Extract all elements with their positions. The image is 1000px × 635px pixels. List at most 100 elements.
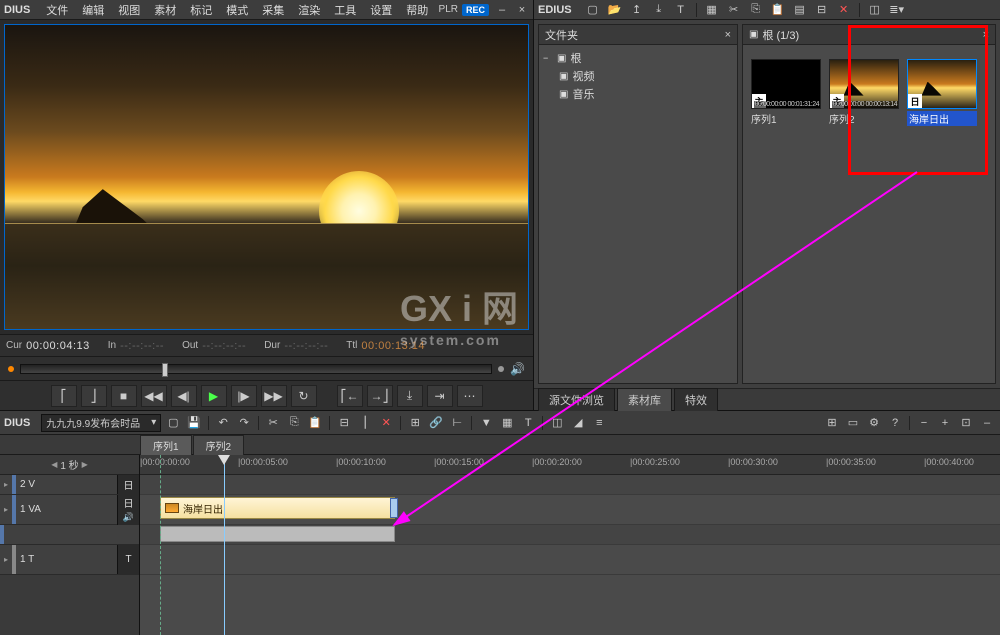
clip-trim-handle[interactable] (390, 498, 398, 518)
menu-marker[interactable]: 标记 (184, 0, 218, 20)
sort-icon[interactable]: ≣▾ (888, 2, 906, 18)
insert-button[interactable]: ⤓ (397, 385, 423, 407)
clip-item-seq1[interactable]: 主 00:00:00:00 00:01:31:24 序列1 (751, 59, 821, 126)
tree-root[interactable]: − ▣ 根 (543, 49, 733, 67)
tl-zoom-in-icon[interactable]: + (936, 415, 954, 431)
track-patch[interactable]: T (117, 545, 139, 574)
tl-copy-icon[interactable]: ⎘ (285, 415, 303, 431)
rec-badge[interactable]: REC (462, 4, 489, 16)
props-icon[interactable]: ▤ (791, 2, 809, 18)
tc-cur-value[interactable]: 00:00:04:13 (26, 340, 90, 352)
fforward-button[interactable]: ▶▶ (261, 385, 287, 407)
menu-clip[interactable]: 素材 (148, 0, 182, 20)
clip-panel-close-icon[interactable]: × (983, 29, 989, 41)
tl-fade-icon[interactable]: ◢ (569, 415, 587, 431)
tl-split-icon[interactable]: ⎮ (356, 415, 374, 431)
up-icon[interactable]: ↥ (628, 2, 646, 18)
tree-child-music[interactable]: ▣ 音乐 (543, 85, 733, 103)
menu-file[interactable]: 文件 (40, 0, 74, 20)
menu-render[interactable]: 渲染 (292, 0, 326, 20)
tab-effects[interactable]: 特效 (674, 388, 718, 411)
tab-source-browse[interactable]: 源文件浏览 (538, 388, 615, 411)
next-frame-button[interactable]: |▶ (231, 385, 257, 407)
folder-panel-close-icon[interactable]: × (725, 29, 731, 41)
tl-minimize-icon[interactable]: – (978, 415, 996, 431)
tl-cut-icon[interactable]: ✂ (264, 415, 282, 431)
delete-icon[interactable]: ✕ (835, 2, 853, 18)
expand-icon[interactable]: ▸ (0, 505, 12, 514)
expand-icon[interactable]: ▸ (0, 480, 12, 489)
shuttle-slider[interactable] (20, 364, 492, 374)
tl-monitor-icon[interactable]: ▭ (844, 415, 862, 431)
set-in-button[interactable]: ⎡ (51, 385, 77, 407)
sequence-name-field[interactable]: 九九九9.9发布会时品▾ (41, 414, 161, 432)
audio-icon[interactable]: 🔊 (510, 362, 525, 376)
tl-paste-icon[interactable]: 📋 (306, 415, 324, 431)
close-icon[interactable]: × (515, 3, 529, 17)
track-lanes[interactable]: |00:00:00:00|00:00:05:00|00:00:10:00|00:… (140, 455, 1000, 635)
preview-viewer[interactable] (4, 24, 529, 330)
prev-frame-button[interactable]: ◀| (171, 385, 197, 407)
scale-left-icon[interactable]: ◀ (48, 460, 60, 469)
tl-save-icon[interactable]: 💾 (185, 415, 203, 431)
mark-dot-in[interactable] (8, 366, 14, 372)
new-folder-icon[interactable]: ▢ (584, 2, 602, 18)
mark-dot-out[interactable] (498, 366, 504, 372)
tc-in-value[interactable]: --:--:--:-- (120, 340, 164, 352)
tl-fit-icon[interactable]: ⊡ (957, 415, 975, 431)
scale-label[interactable]: 1 秒 (60, 457, 78, 472)
seq-tab-2[interactable]: 序列2 (193, 435, 245, 455)
play-button[interactable]: ▶ (201, 385, 227, 407)
scale-right-icon[interactable]: ▶ (79, 460, 91, 469)
loop-button[interactable]: ↻ (291, 385, 317, 407)
copy-icon[interactable]: ⎘ (747, 2, 765, 18)
tl-title-icon[interactable]: T (519, 415, 537, 431)
menu-help[interactable]: 帮助 (400, 0, 434, 20)
clip-item-sunrise[interactable]: 日 海岸日出 (907, 59, 977, 126)
tree-toggle-icon[interactable]: − (543, 53, 553, 63)
view-icon[interactable]: ◫ (866, 2, 884, 18)
tc-dur-value[interactable]: --:--:--:-- (284, 340, 328, 352)
menu-mode[interactable]: 模式 (220, 0, 254, 20)
paste-icon[interactable]: 📋 (769, 2, 787, 18)
tab-bin[interactable]: 素材库 (617, 388, 672, 411)
tl-mixer-icon[interactable]: ≡ (590, 415, 608, 431)
tl-ripple-icon[interactable]: ⊟ (335, 415, 353, 431)
tl-settings-icon[interactable]: ⚙ (865, 415, 883, 431)
expand-icon[interactable]: ▸ (0, 555, 12, 564)
tl-render-icon[interactable]: ▦ (498, 415, 516, 431)
remove-icon[interactable]: ⊟ (813, 2, 831, 18)
menu-capture[interactable]: 采集 (256, 0, 290, 20)
tl-zoom-out-icon[interactable]: − (915, 415, 933, 431)
tl-delete-icon[interactable]: ✕ (377, 415, 395, 431)
overwrite-button[interactable]: ⇥ (427, 385, 453, 407)
track-patch-v[interactable]: 日 (117, 495, 139, 510)
minimize-icon[interactable]: – (495, 3, 509, 17)
track-header-1t[interactable]: ▸ 1 T T (0, 545, 139, 575)
tl-snap-icon[interactable]: ⊢ (448, 415, 466, 431)
prev-edit-button[interactable]: ⎡← (337, 385, 363, 407)
track-patch-a[interactable]: 🔊 (117, 510, 139, 525)
new-seq-icon[interactable]: ▦ (703, 2, 721, 18)
lane-2v[interactable] (140, 475, 1000, 495)
import-icon[interactable]: ⤓ (650, 2, 668, 18)
time-ruler[interactable]: |00:00:00:00|00:00:05:00|00:00:10:00|00:… (140, 455, 1000, 475)
timeline-clip[interactable]: 海岸日出 (160, 497, 395, 519)
track-header-2v[interactable]: ▸ 2 V 日 (0, 475, 139, 495)
cut-icon[interactable]: ✂ (725, 2, 743, 18)
tc-ttl-value[interactable]: 00:00:13:14 (361, 340, 425, 352)
tl-marker-icon[interactable]: ▼ (477, 415, 495, 431)
lane-audio[interactable] (140, 525, 1000, 545)
tc-out-value[interactable]: --:--:--:-- (202, 340, 246, 352)
tl-group-icon[interactable]: ⊞ (406, 415, 424, 431)
playhead[interactable] (224, 455, 225, 635)
tl-trans-icon[interactable]: ◫ (548, 415, 566, 431)
tl-help-icon[interactable]: ? (886, 415, 904, 431)
menu-settings[interactable]: 设置 (364, 0, 398, 20)
title-icon[interactable]: T (672, 2, 690, 18)
tl-redo-icon[interactable]: ↷ (235, 415, 253, 431)
next-edit-button[interactable]: →⎦ (367, 385, 393, 407)
open-icon[interactable]: 📂 (606, 2, 624, 18)
replace-button[interactable]: ⋯ (457, 385, 483, 407)
lane-1t[interactable] (140, 545, 1000, 575)
